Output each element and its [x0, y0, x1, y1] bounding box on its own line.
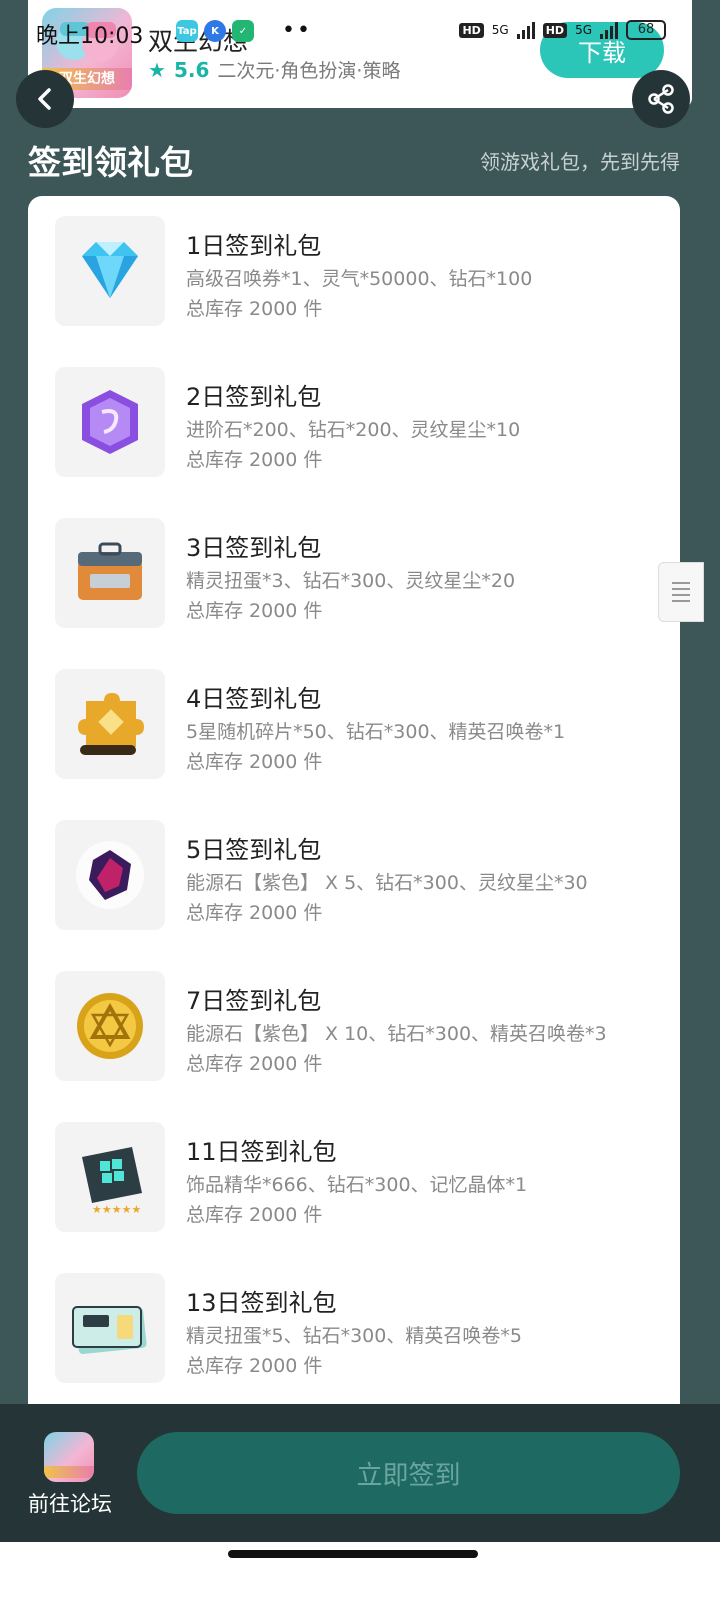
hd-icon-2: HD: [542, 22, 568, 38]
purple-gem-icon: [55, 367, 165, 477]
accessory-essence-icon: ★★★★★: [55, 1122, 165, 1232]
gift-title: 13日签到礼包: [186, 1289, 337, 1317]
gift-item-day4[interactable]: 4日签到礼包 5星随机碎片*50、钻石*300、精英召唤卷*1 总库存 2000…: [28, 669, 680, 781]
k-app-icon: K: [204, 20, 226, 42]
signal-icon: [516, 21, 535, 39]
status-bar: 晚上10:03 Tap K ✓ •• HD 5G HD 5G 68: [0, 0, 720, 64]
energy-stone-icon: [55, 820, 165, 930]
gift-stock: 总库存 2000 件: [186, 600, 323, 622]
gift-item-day5[interactable]: 5日签到礼包 能源石【紫色】 X 5、钻石*300、灵纹星尘*30 总库存 20…: [28, 820, 680, 932]
gift-title: 7日签到礼包: [186, 987, 322, 1015]
bottom-action-bar: 前往论坛 立即签到: [0, 1404, 720, 1542]
status-app-icons: Tap K ✓: [176, 20, 254, 42]
svg-text:★★★★★: ★★★★★: [92, 1203, 141, 1215]
back-button[interactable]: [16, 70, 74, 128]
home-indicator[interactable]: [228, 1550, 478, 1558]
share-icon: [648, 84, 674, 114]
gift-stock: 总库存 2000 件: [186, 902, 323, 924]
chevron-left-icon: [38, 88, 51, 110]
gift-desc: 能源石【紫色】 X 10、钻石*300、精英召唤卷*3: [186, 1023, 607, 1045]
gift-item-day13[interactable]: 13日签到礼包 精灵扭蛋*5、钻石*300、精英召唤卷*5 总库存 2000 件: [28, 1273, 680, 1385]
page: 双生幻想 双生幻想 ★ 5.6 二次元·角色扮演·策略 下载 晚上10:03 T…: [0, 0, 720, 1600]
gift-title: 3日签到礼包: [186, 534, 322, 562]
gift-item-day7[interactable]: 7日签到礼包 能源石【紫色】 X 10、钻石*300、精英召唤卷*3 总库存 2…: [28, 971, 680, 1083]
gift-desc: 进阶石*200、钻石*200、灵纹星尘*10: [186, 419, 521, 441]
gift-item-day11[interactable]: ★★★★★ 11日签到礼包 饰品精华*666、钻石*300、记忆晶体*1 总库存…: [28, 1122, 680, 1234]
gift-stock: 总库存 2000 件: [186, 1053, 323, 1075]
status-indicators: HD 5G HD 5G 68: [459, 20, 666, 40]
gift-title: 11日签到礼包: [186, 1138, 337, 1166]
taptap-icon: Tap: [176, 20, 198, 42]
battery-icon: 68: [626, 20, 666, 40]
network-type-2: 5G: [575, 23, 592, 37]
share-button[interactable]: [632, 70, 690, 128]
puzzle-piece-icon: [55, 669, 165, 779]
section-title: 签到领礼包: [28, 143, 193, 182]
gift-desc: 饰品精华*666、钻石*300、记忆晶体*1: [186, 1174, 528, 1196]
forum-link[interactable]: 前往论坛: [28, 1488, 112, 1518]
shield-check-icon: ✓: [232, 20, 254, 42]
gift-list: 1日签到礼包 高级召唤券*1、灵气*50000、钻石*100 总库存 2000 …: [28, 196, 680, 1416]
gift-item-day3[interactable]: 3日签到礼包 精灵扭蛋*3、钻石*300、灵纹星尘*20 总库存 2000 件: [28, 518, 680, 630]
gift-title: 4日签到礼包: [186, 685, 322, 713]
summon-ticket-icon: [55, 1273, 165, 1383]
network-type: 5G: [491, 23, 509, 37]
scroll-handle[interactable]: [658, 562, 704, 622]
forum-app-icon[interactable]: [44, 1432, 94, 1482]
gift-item-day1[interactable]: 1日签到礼包 高级召唤券*1、灵气*50000、钻石*100 总库存 2000 …: [28, 216, 680, 328]
gift-desc: 5星随机碎片*50、钻石*300、精英召唤卷*1: [186, 721, 566, 743]
gift-item-day2[interactable]: 2日签到礼包 进阶石*200、钻石*200、灵纹星尘*10 总库存 2000 件: [28, 367, 680, 479]
hd-icon: HD: [459, 22, 484, 38]
signal-icon-2: [600, 21, 618, 39]
gold-coin-icon: [55, 971, 165, 1081]
gift-stock: 总库存 2000 件: [186, 1204, 323, 1226]
more-notifications-icon: ••: [282, 18, 312, 43]
gift-desc: 精灵扭蛋*5、钻石*300、精英召唤卷*5: [186, 1325, 522, 1347]
gift-stock: 总库存 2000 件: [186, 751, 323, 773]
gift-stock: 总库存 2000 件: [186, 449, 323, 471]
sign-in-button[interactable]: 立即签到: [137, 1432, 680, 1514]
gift-title: 5日签到礼包: [186, 836, 322, 864]
diamond-icon: [55, 216, 165, 326]
gift-desc: 精灵扭蛋*3、钻石*300、灵纹星尘*20: [186, 570, 516, 592]
gift-title: 2日签到礼包: [186, 383, 322, 411]
gift-desc: 高级召唤券*1、灵气*50000、钻石*100: [186, 268, 533, 290]
gift-desc: 能源石【紫色】 X 5、钻石*300、灵纹星尘*30: [186, 872, 588, 894]
status-time: 晚上10:03: [36, 24, 144, 49]
section-subtitle: 领游戏礼包，先到先得: [480, 150, 680, 174]
gift-stock: 总库存 2000 件: [186, 298, 323, 320]
gift-title: 1日签到礼包: [186, 232, 322, 260]
chest-icon: [55, 518, 165, 628]
gift-stock: 总库存 2000 件: [186, 1355, 323, 1377]
